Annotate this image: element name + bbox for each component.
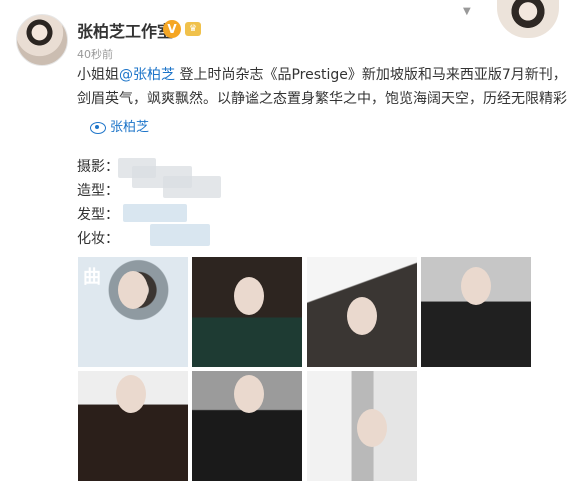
- photo-7[interactable]: [307, 371, 417, 481]
- photo-1[interactable]: 曲: [78, 257, 188, 367]
- topic-tag-label: 张柏芝: [110, 120, 150, 135]
- post-time[interactable]: 40秒前: [77, 46, 113, 62]
- model-face: [116, 375, 146, 413]
- photo-5[interactable]: [78, 371, 188, 481]
- photo-3[interactable]: [307, 257, 417, 367]
- photo-6[interactable]: [192, 371, 302, 481]
- credit-hair: 发型：: [77, 207, 119, 223]
- author-avatar[interactable]: [16, 14, 68, 66]
- credit-makeup: 化妆：: [77, 231, 119, 247]
- blurred-name: [150, 224, 210, 246]
- topic-tag-link[interactable]: 张柏芝: [90, 116, 149, 135]
- photo-4[interactable]: [421, 257, 531, 367]
- post-text: 小姐姐@张柏芝 登上时尚杂志《品Prestige》新加坡版和马来西亚版7月新刊，…: [77, 63, 577, 111]
- author-name[interactable]: 张柏芝工作室: [77, 18, 173, 42]
- model-face: [347, 297, 377, 335]
- model-face: [234, 277, 264, 315]
- side-avatar[interactable]: [497, 0, 559, 38]
- blurred-name: [163, 176, 221, 198]
- vip-level-icon: ♛: [185, 22, 201, 36]
- model-face: [118, 271, 148, 309]
- model-face: [234, 375, 264, 413]
- magazine-logo: 曲: [83, 267, 101, 288]
- model-face: [357, 409, 387, 447]
- model-face: [461, 267, 491, 305]
- verified-badge-icon: V: [163, 20, 181, 38]
- post-text-prefix: 小姐姐: [77, 67, 119, 83]
- blurred-name: [123, 204, 187, 222]
- mention-link[interactable]: @张柏芝: [119, 67, 175, 83]
- chevron-down-icon[interactable]: ▼: [463, 6, 471, 17]
- credit-stylist: 造型：: [77, 183, 119, 199]
- photo-2[interactable]: [192, 257, 302, 367]
- credit-photographer: 摄影：: [77, 159, 119, 175]
- eye-icon: [90, 121, 106, 134]
